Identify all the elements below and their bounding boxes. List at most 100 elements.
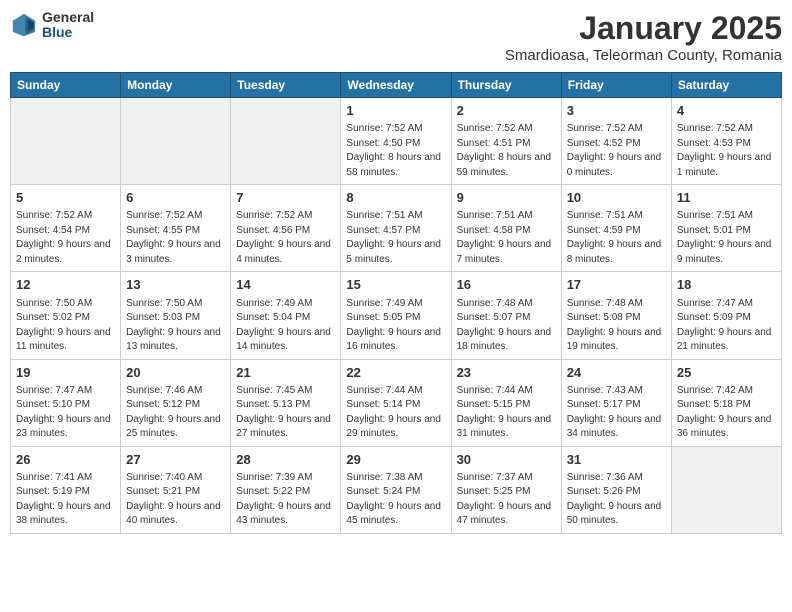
calendar-day-cell: 16 Sunrise: 7:48 AM Sunset: 5:07 PM Dayli… — [451, 272, 561, 359]
day-number: 7 — [236, 189, 335, 207]
location-title: Smardioasa, Teleorman County, Romania — [505, 47, 782, 64]
day-info: Sunrise: 7:48 AM Sunset: 5:07 PM Dayligh… — [457, 297, 556, 355]
weekday-header: Tuesday — [231, 73, 341, 98]
weekday-header: Sunday — [11, 73, 121, 98]
weekday-header: Monday — [121, 73, 231, 98]
calendar-day-cell: 30 Sunrise: 7:37 AM Sunset: 5:25 PM Dayli… — [451, 446, 561, 533]
calendar-day-cell — [231, 98, 341, 185]
day-info: Sunrise: 7:49 AM Sunset: 5:05 PM Dayligh… — [346, 297, 445, 355]
calendar-day-cell — [11, 98, 121, 185]
day-number: 2 — [457, 102, 556, 120]
weekday-header: Wednesday — [341, 73, 451, 98]
calendar-week-row: 5 Sunrise: 7:52 AM Sunset: 4:54 PM Daylig… — [11, 185, 782, 272]
logo: General Blue — [10, 10, 94, 41]
day-number: 10 — [567, 189, 666, 207]
logo-blue-text: Blue — [42, 25, 94, 40]
day-number: 14 — [236, 276, 335, 294]
calendar-day-cell: 22Sunrise: 7:44 AM Sunset: 5:14 PM Dayli… — [341, 359, 451, 446]
day-number: 18 — [677, 276, 776, 294]
calendar-day-cell: 8 Sunrise: 7:51 AM Sunset: 4:57 PM Daylig… — [341, 185, 451, 272]
calendar-day-cell: 25 Sunrise: 7:42 AM Sunset: 5:18 PM Dayli… — [671, 359, 781, 446]
day-number: 19 — [16, 364, 115, 382]
calendar-day-cell: 19 Sunrise: 7:47 AM Sunset: 5:10 PM Dayli… — [11, 359, 121, 446]
day-info: Sunrise: 7:44 AM Sunset: 5:15 PM Dayligh… — [457, 384, 556, 442]
calendar-day-cell: 1 Sunrise: 7:52 AM Sunset: 4:50 PM Daylig… — [341, 98, 451, 185]
day-number: 26 — [16, 451, 115, 469]
day-info: Sunrise: 7:52 AM Sunset: 4:50 PM Dayligh… — [346, 122, 445, 180]
day-number: 8 — [346, 189, 445, 207]
calendar-day-cell: 26Sunrise: 7:41 AM Sunset: 5:19 PM Dayli… — [11, 446, 121, 533]
calendar-day-cell: 9 Sunrise: 7:51 AM Sunset: 4:58 PM Daylig… — [451, 185, 561, 272]
day-number: 16 — [457, 276, 556, 294]
calendar-day-cell: 29Sunrise: 7:38 AM Sunset: 5:24 PM Dayli… — [341, 446, 451, 533]
day-number: 11 — [677, 189, 776, 207]
day-number: 20 — [126, 364, 225, 382]
weekday-header: Thursday — [451, 73, 561, 98]
day-number: 30 — [457, 451, 556, 469]
logo-icon — [10, 11, 38, 39]
weekday-header: Friday — [561, 73, 671, 98]
calendar-day-cell — [671, 446, 781, 533]
day-info: Sunrise: 7:47 AM Sunset: 5:10 PM Dayligh… — [16, 384, 115, 442]
day-info: Sunrise: 7:50 AM Sunset: 5:03 PM Dayligh… — [126, 297, 225, 355]
day-number: 27 — [126, 451, 225, 469]
calendar-day-cell: 20 Sunrise: 7:46 AM Sunset: 5:12 PM Dayli… — [121, 359, 231, 446]
day-number: 17 — [567, 276, 666, 294]
day-info: Sunrise: 7:42 AM Sunset: 5:18 PM Dayligh… — [677, 384, 776, 442]
day-number: 5 — [16, 189, 115, 207]
day-info: Sunrise: 7:45 AM Sunset: 5:13 PM Dayligh… — [236, 384, 335, 442]
weekday-header-row: SundayMondayTuesdayWednesdayThursdayFrid… — [11, 73, 782, 98]
day-number: 1 — [346, 102, 445, 120]
calendar-day-cell: 3 Sunrise: 7:52 AM Sunset: 4:52 PM Daylig… — [561, 98, 671, 185]
calendar-week-row: 19 Sunrise: 7:47 AM Sunset: 5:10 PM Dayli… — [11, 359, 782, 446]
calendar-day-cell: 24 Sunrise: 7:43 AM Sunset: 5:17 PM Dayli… — [561, 359, 671, 446]
calendar-day-cell: 27 Sunrise: 7:40 AM Sunset: 5:21 PM Dayli… — [121, 446, 231, 533]
day-info: Sunrise: 7:40 AM Sunset: 5:21 PM Dayligh… — [126, 471, 225, 529]
month-title: January 2025 — [505, 10, 782, 47]
day-number: 12 — [16, 276, 115, 294]
calendar-day-cell: 11 Sunrise: 7:51 AM Sunset: 5:01 PM Dayli… — [671, 185, 781, 272]
day-info: Sunrise: 7:48 AM Sunset: 5:08 PM Dayligh… — [567, 297, 666, 355]
day-info: Sunrise: 7:37 AM Sunset: 5:25 PM Dayligh… — [457, 471, 556, 529]
calendar-day-cell: 15Sunrise: 7:49 AM Sunset: 5:05 PM Dayli… — [341, 272, 451, 359]
day-number: 4 — [677, 102, 776, 120]
day-info: Sunrise: 7:52 AM Sunset: 4:54 PM Dayligh… — [16, 209, 115, 267]
day-info: Sunrise: 7:52 AM Sunset: 4:55 PM Dayligh… — [126, 209, 225, 267]
calendar-day-cell: 21Sunrise: 7:45 AM Sunset: 5:13 PM Dayli… — [231, 359, 341, 446]
day-number: 9 — [457, 189, 556, 207]
day-info: Sunrise: 7:51 AM Sunset: 4:59 PM Dayligh… — [567, 209, 666, 267]
day-info: Sunrise: 7:51 AM Sunset: 4:57 PM Dayligh… — [346, 209, 445, 267]
weekday-header: Saturday — [671, 73, 781, 98]
day-info: Sunrise: 7:43 AM Sunset: 5:17 PM Dayligh… — [567, 384, 666, 442]
day-info: Sunrise: 7:52 AM Sunset: 4:56 PM Dayligh… — [236, 209, 335, 267]
day-number: 25 — [677, 364, 776, 382]
calendar-week-row: 1 Sunrise: 7:52 AM Sunset: 4:50 PM Daylig… — [11, 98, 782, 185]
calendar-day-cell: 5 Sunrise: 7:52 AM Sunset: 4:54 PM Daylig… — [11, 185, 121, 272]
calendar-day-cell: 13 Sunrise: 7:50 AM Sunset: 5:03 PM Dayli… — [121, 272, 231, 359]
calendar-table: SundayMondayTuesdayWednesdayThursdayFrid… — [10, 72, 782, 534]
day-number: 3 — [567, 102, 666, 120]
day-info: Sunrise: 7:39 AM Sunset: 5:22 PM Dayligh… — [236, 471, 335, 529]
calendar-day-cell: 12 Sunrise: 7:50 AM Sunset: 5:02 PM Dayli… — [11, 272, 121, 359]
day-info: Sunrise: 7:46 AM Sunset: 5:12 PM Dayligh… — [126, 384, 225, 442]
day-info: Sunrise: 7:52 AM Sunset: 4:51 PM Dayligh… — [457, 122, 556, 180]
day-info: Sunrise: 7:51 AM Sunset: 5:01 PM Dayligh… — [677, 209, 776, 267]
logo-general-text: General — [42, 10, 94, 25]
day-number: 31 — [567, 451, 666, 469]
calendar-week-row: 12 Sunrise: 7:50 AM Sunset: 5:02 PM Dayli… — [11, 272, 782, 359]
day-info: Sunrise: 7:52 AM Sunset: 4:52 PM Dayligh… — [567, 122, 666, 180]
day-number: 13 — [126, 276, 225, 294]
day-number: 23 — [457, 364, 556, 382]
day-info: Sunrise: 7:50 AM Sunset: 5:02 PM Dayligh… — [16, 297, 115, 355]
calendar-day-cell: 2 Sunrise: 7:52 AM Sunset: 4:51 PM Daylig… — [451, 98, 561, 185]
calendar-day-cell: 6Sunrise: 7:52 AM Sunset: 4:55 PM Daylig… — [121, 185, 231, 272]
calendar-week-row: 26Sunrise: 7:41 AM Sunset: 5:19 PM Dayli… — [11, 446, 782, 533]
title-block: January 2025 Smardioasa, Teleorman Count… — [505, 10, 782, 64]
calendar-day-cell: 10 Sunrise: 7:51 AM Sunset: 4:59 PM Dayli… — [561, 185, 671, 272]
logo-text: General Blue — [42, 10, 94, 41]
day-info: Sunrise: 7:51 AM Sunset: 4:58 PM Dayligh… — [457, 209, 556, 267]
calendar-day-cell: 4Sunrise: 7:52 AM Sunset: 4:53 PM Daylig… — [671, 98, 781, 185]
calendar-day-cell: 14Sunrise: 7:49 AM Sunset: 5:04 PM Dayli… — [231, 272, 341, 359]
day-number: 24 — [567, 364, 666, 382]
day-number: 29 — [346, 451, 445, 469]
